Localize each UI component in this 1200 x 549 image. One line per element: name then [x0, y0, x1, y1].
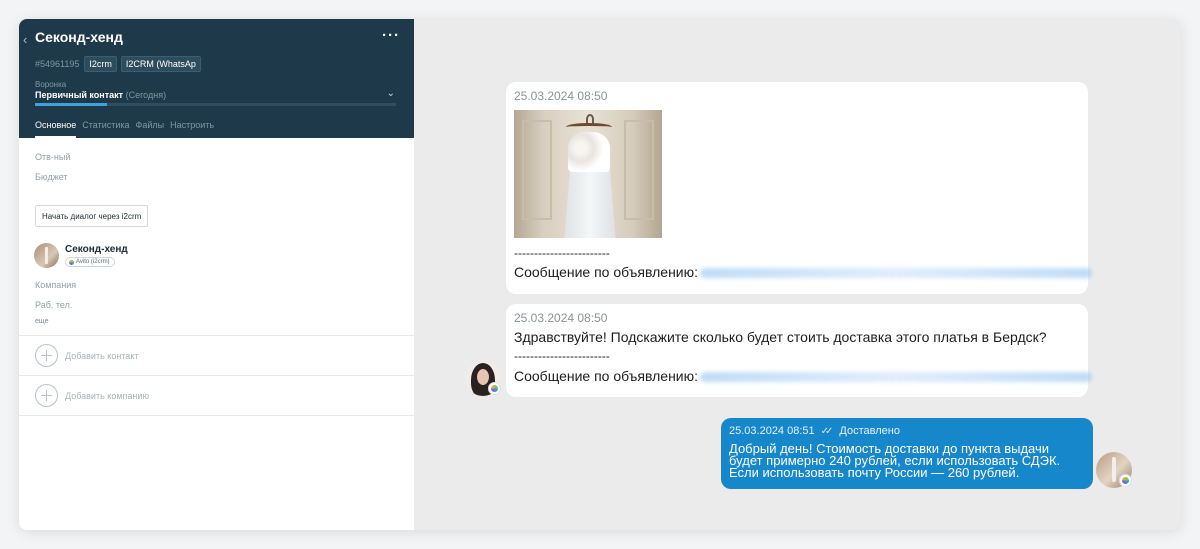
message-card: 25.03.2024 08:50 -----------------------…	[506, 82, 1093, 294]
divider	[19, 415, 414, 416]
app-window: ‹ Секонд-хенд ··· #54961195 I2crm I2CRM …	[19, 19, 1181, 530]
outgoing-meta: 25.03.2024 08:51 ✓✓ Доставлено	[729, 425, 900, 437]
double-check-icon: ✓✓	[820, 425, 834, 437]
budget-field[interactable]: Бюджет	[35, 172, 68, 182]
pipeline-stage-select[interactable]: Первичный контакт (Сегодня)	[35, 90, 397, 100]
stage-progress-bar	[35, 103, 396, 106]
i2crm-icon	[1119, 474, 1132, 487]
company-field[interactable]: Компания	[35, 280, 76, 290]
pipeline-stage-date: (Сегодня)	[125, 90, 167, 100]
listing-line: Сообщение по объявлению:	[514, 264, 1093, 281]
lead-id-row: #54961195 I2crm I2CRM (WhatsAp	[35, 55, 201, 72]
contact-name[interactable]: Секонд-хенд	[65, 244, 128, 255]
contact-source-badge: Avito (i2crm)	[65, 257, 115, 267]
outgoing-timestamp: 25.03.2024 08:51	[729, 425, 815, 437]
chevron-down-icon[interactable]: ⌄	[387, 88, 395, 99]
message-text: Здравствуйте! Подскажите сколько будет с…	[514, 329, 1047, 345]
message-card: 25.03.2024 08:50 Здравствуйте! Подскажит…	[506, 304, 1093, 397]
delivery-status: Доставлено	[839, 425, 900, 437]
plus-icon	[35, 344, 58, 367]
lead-id: #54961195	[35, 58, 80, 69]
lead-title: Секонд-хенд	[35, 29, 123, 45]
outgoing-text: Добрый день! Стоимость доставки до пункт…	[729, 441, 1061, 480]
tab-statistics[interactable]: Статистика	[82, 120, 129, 138]
listing-link[interactable]	[700, 372, 1093, 383]
lead-card-panel: ‹ Секонд-хенд ··· #54961195 I2crm I2CRM …	[19, 19, 414, 530]
message-timestamp: 25.03.2024 08:50	[514, 89, 608, 103]
tab-main[interactable]: Основное	[35, 120, 77, 138]
start-dialog-button[interactable]: Начать диалог через i2crm	[35, 205, 149, 227]
listing-photo[interactable]	[514, 110, 662, 238]
tab-settings[interactable]: Настроить	[170, 120, 214, 138]
divider	[19, 375, 414, 376]
plus-icon	[35, 384, 58, 407]
message-timestamp: 25.03.2024 08:50	[514, 311, 608, 325]
responsible-field[interactable]: Отв-ный	[35, 152, 70, 162]
more-menu-icon[interactable]: ···	[382, 27, 400, 44]
outgoing-message: 25.03.2024 08:51 ✓✓ Доставлено Добрый де…	[721, 418, 1093, 489]
tag-i2crm[interactable]: I2crm	[84, 55, 117, 72]
message-separator: ------------------------	[514, 246, 610, 260]
add-contact-button[interactable]: Добавить контакт	[35, 344, 138, 367]
pipeline-label: Воронка	[35, 80, 67, 89]
add-company-button[interactable]: Добавить компанию	[35, 384, 149, 407]
chevron-left-icon[interactable]: ‹	[23, 32, 27, 47]
lead-header: ‹ Секонд-хенд ··· #54961195 I2crm I2CRM …	[19, 19, 414, 138]
i2crm-icon	[488, 382, 501, 395]
divider	[19, 335, 414, 336]
pipeline-stage: Первичный контакт	[35, 90, 124, 100]
more-fields-link[interactable]: еще	[35, 318, 48, 325]
contact-avatar[interactable]	[34, 243, 59, 268]
work-phone-field[interactable]: Раб. тел.	[35, 300, 72, 310]
message-separator: ------------------------	[514, 349, 610, 363]
lead-tabs: Основное Статистика Файлы Настроить	[35, 120, 214, 138]
listing-label: Сообщение по объявлению:	[514, 368, 699, 384]
listing-link[interactable]	[700, 268, 1093, 279]
add-company-label: Добавить компанию	[65, 390, 150, 401]
listing-line: Сообщение по объявлению:	[514, 368, 1093, 385]
add-contact-label: Добавить контакт	[65, 350, 139, 361]
tag-i2crm-whatsapp[interactable]: I2CRM (WhatsAp	[120, 55, 201, 72]
listing-label: Сообщение по объявлению:	[514, 264, 699, 280]
tab-files[interactable]: Файлы	[136, 120, 165, 138]
